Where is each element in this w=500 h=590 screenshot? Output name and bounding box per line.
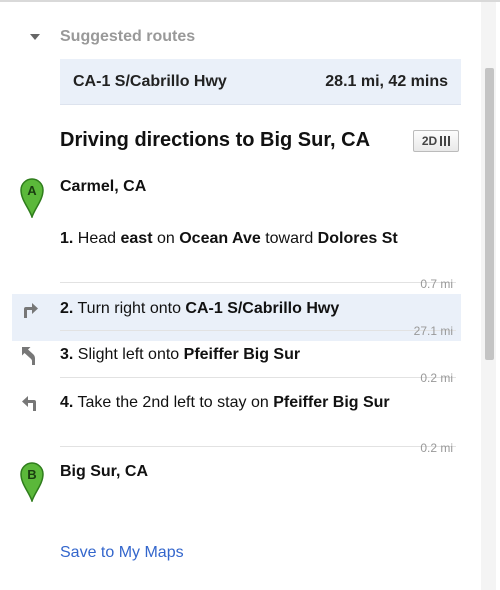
step-2-number: 2. — [60, 300, 74, 317]
step-2-divider — [60, 330, 456, 331]
directions-title: Driving directions to Big Sur, CA — [60, 129, 371, 151]
directions-panel: Suggested routes CA-1 S/Cabrillo Hwy 28.… — [0, 0, 500, 590]
turn-right-icon — [24, 303, 38, 318]
route-name: CA-1 S/Cabrillo Hwy — [73, 73, 227, 90]
step-1-text-c: toward — [260, 230, 318, 247]
start-place: Carmel, CA — [60, 178, 147, 195]
step-1-street: Ocean Ave — [179, 230, 261, 247]
caret-down-icon[interactable] — [30, 34, 40, 40]
step-4-distance: 0.2 mi — [420, 441, 453, 455]
step-2-text-a: Turn right onto — [77, 300, 186, 317]
step-4-number: 4. — [60, 394, 74, 411]
scrollbar-thumb[interactable] — [485, 68, 494, 360]
marker-a-icon[interactable]: A — [18, 176, 46, 218]
bars-icon — [440, 136, 451, 146]
route-summary: 28.1 mi, 42 mins — [325, 73, 448, 90]
step-2-distance: 27.1 mi — [413, 324, 453, 338]
step-1-divider — [60, 282, 456, 283]
step-4-street: Pfeiffer Big Sur — [273, 394, 390, 411]
step-1-direction: east — [120, 230, 153, 247]
step-3-divider — [60, 377, 456, 378]
step-1-text-b: on — [152, 230, 180, 247]
step-3-street: Pfeiffer Big Sur — [183, 346, 301, 363]
marker-b-icon[interactable]: B — [18, 460, 46, 502]
end-place: Big Sur, CA — [60, 463, 149, 480]
direction-step-4[interactable]: 4. Take the 2nd left to stay on Pfeiffer… — [60, 391, 400, 414]
top-divider — [0, 0, 500, 2]
step-1-distance: 0.7 mi — [420, 277, 453, 291]
slight-left-icon — [22, 347, 35, 365]
step-1-text-a: Head — [77, 230, 121, 247]
marker-b-letter: B — [27, 467, 36, 482]
suggested-route-item[interactable]: CA-1 S/Cabrillo Hwy 28.1 mi, 42 mins — [60, 59, 461, 105]
direction-step-2[interactable]: 2. Turn right onto CA-1 S/Cabrillo Hwy — [60, 297, 400, 320]
marker-a-letter: A — [27, 183, 37, 198]
suggested-routes-label: Suggested routes — [60, 28, 196, 45]
step-2-street: CA-1 S/Cabrillo Hwy — [185, 300, 340, 317]
view-2d-toggle-button[interactable]: 2D — [413, 130, 459, 152]
view-2d-label: 2D — [421, 134, 438, 148]
step-4-text-a: Take the 2nd left to stay on — [77, 394, 274, 411]
step-3-text-a: Slight left onto — [77, 346, 184, 363]
direction-step-3[interactable]: 3. Slight left onto Pfeiffer Big Sur — [60, 343, 400, 366]
direction-step-1[interactable]: 1. Head east on Ocean Ave toward Dolores… — [60, 227, 400, 250]
step-3-number: 3. — [60, 346, 74, 363]
suggested-routes-header[interactable]: Suggested routes — [30, 26, 195, 48]
step-1-number: 1. — [60, 230, 74, 247]
save-to-my-maps-link[interactable]: Save to My Maps — [60, 544, 184, 562]
step-1-cross-street: Dolores St — [317, 230, 398, 247]
step-3-distance: 0.2 mi — [420, 371, 453, 385]
step-4-divider — [60, 446, 456, 447]
turn-left-icon — [22, 396, 36, 411]
